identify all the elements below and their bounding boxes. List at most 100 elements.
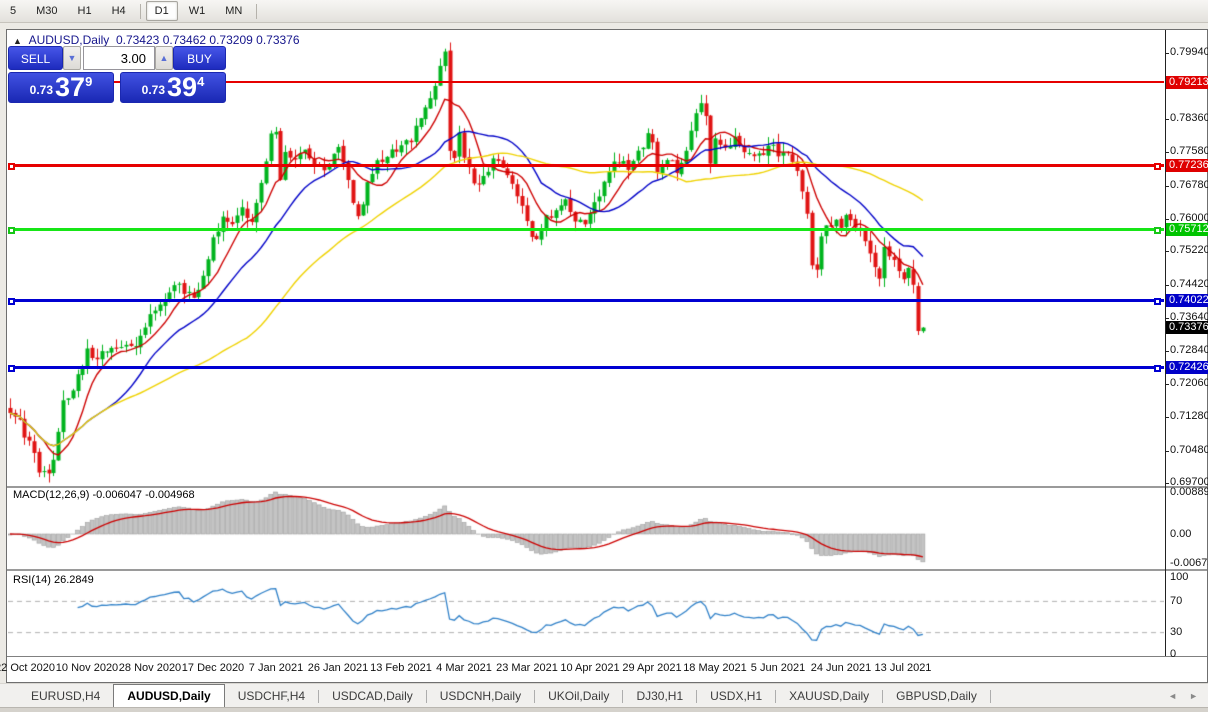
level-badge-0.75712: 0.75712 [1166, 223, 1208, 236]
hline-resistance-0.77236[interactable] [8, 164, 1164, 167]
hline-support-0.72426[interactable] [8, 366, 1164, 369]
price-tick: 0.70480 [1170, 444, 1208, 456]
tab-dj30-h1[interactable]: DJ30,H1 [623, 684, 696, 708]
line-handle[interactable] [1154, 163, 1161, 170]
chart-title: ▲ AUDUSD,Daily 0.73423 0.73462 0.73209 0… [13, 33, 300, 47]
collapse-triangle-icon[interactable]: ▲ [13, 36, 22, 46]
buy-button[interactable]: BUY [173, 46, 226, 70]
line-handle[interactable] [8, 227, 15, 234]
toolbar-separator [256, 4, 257, 19]
buy-price-pipette: 4 [197, 74, 204, 89]
window-bottom-strip [0, 707, 1208, 712]
price-axis-border [1165, 30, 1166, 656]
tab-separator [990, 690, 991, 703]
timeframe-d1[interactable]: D1 [146, 1, 178, 21]
tab-usdchf-h4[interactable]: USDCHF,H4 [225, 684, 318, 708]
tab-audusd-daily[interactable]: AUDUSD,Daily [113, 684, 224, 708]
timeframe-m30[interactable]: M30 [27, 1, 66, 21]
volume-decrease-button[interactable]: ▼ [63, 46, 81, 70]
sell-button[interactable]: SELL [8, 46, 63, 70]
tab-scroll-right-icon[interactable]: ► [1189, 691, 1198, 701]
current-price-badge: 0.73376 [1166, 321, 1208, 334]
sell-price-prefix: 0.73 [30, 83, 53, 97]
line-handle[interactable] [1154, 365, 1161, 372]
rsi-axis-30: 30 [1170, 626, 1208, 638]
line-handle[interactable] [8, 298, 15, 305]
timeframe-h4[interactable]: H4 [103, 1, 135, 21]
timeframe-toolbar: 5 M30 H1 H4 D1 W1 MN [0, 0, 1208, 23]
chart-symbol-label: AUDUSD,Daily [29, 33, 110, 47]
ohlc-close: 0.73376 [256, 33, 299, 47]
rsi-axis-70: 70 [1170, 595, 1208, 607]
hline-support-0.74022[interactable] [8, 299, 1164, 302]
sell-price-pipette: 9 [85, 74, 92, 89]
buy-price-box[interactable]: 0.73 39 4 [120, 72, 226, 103]
line-handle[interactable] [8, 163, 15, 170]
level-badge-0.72426: 0.72426 [1166, 361, 1208, 374]
chart-canvas[interactable] [8, 32, 1164, 656]
price-tick: 0.74420 [1170, 278, 1208, 290]
date-tick: 5 Jun 2021 [746, 662, 810, 674]
price-tick: 0.72060 [1170, 377, 1208, 389]
one-click-trading-panel: SELL ▼ ▲ BUY 0.73 37 9 0.73 39 4 [8, 46, 226, 103]
tab-ukoil-daily[interactable]: UKOil,Daily [535, 684, 622, 708]
level-badge-0.74022: 0.74022 [1166, 294, 1208, 307]
sell-price-box[interactable]: 0.73 37 9 [8, 72, 114, 103]
timeframe-m5[interactable]: 5 [1, 1, 25, 21]
buy-price-big: 39 [167, 75, 197, 100]
line-handle[interactable] [1154, 227, 1161, 234]
tab-usdx-h1[interactable]: USDX,H1 [697, 684, 775, 708]
level-badge-0.77236: 0.77236 [1166, 159, 1208, 172]
price-tick: 0.72840 [1170, 344, 1208, 356]
macd-indicator-label: MACD(12,26,9) -0.006047 -0.004968 [13, 489, 195, 501]
pane-separator-macd[interactable] [7, 486, 1207, 488]
rsi-axis-100: 100 [1170, 571, 1208, 583]
price-tick: 0.75220 [1170, 244, 1208, 256]
date-tick: 22 Oct 2020 [0, 662, 57, 674]
chart-tab-bar: EURUSD,H4 AUDUSD,Daily USDCHF,H4 USDCAD,… [0, 683, 1208, 708]
date-tick: 26 Jan 2021 [306, 662, 370, 674]
date-tick: 29 Apr 2021 [620, 662, 684, 674]
tab-usdcnh-daily[interactable]: USDCNH,Daily [427, 684, 534, 708]
price-tick: 0.78360 [1170, 112, 1208, 124]
tab-scroll-left-icon[interactable]: ◄ [1168, 691, 1177, 701]
date-tick: 13 Feb 2021 [369, 662, 433, 674]
tab-usdcad-daily[interactable]: USDCAD,Daily [319, 684, 426, 708]
date-tick: 24 Jun 2021 [809, 662, 873, 674]
date-tick: 13 Jul 2021 [871, 662, 935, 674]
date-tick: 7 Jan 2021 [244, 662, 308, 674]
date-tick: 10 Apr 2021 [558, 662, 622, 674]
hline-support-0.75712[interactable] [8, 228, 1164, 231]
price-tick: 0.71280 [1170, 410, 1208, 422]
macd-axis-min: -0.006758 [1170, 557, 1208, 569]
date-tick: 28 Nov 2020 [118, 662, 182, 674]
date-axis-separator [7, 656, 1207, 657]
ohlc-high: 0.73462 [163, 33, 206, 47]
rsi-indicator-label: RSI(14) 26.2849 [13, 574, 94, 586]
date-tick: 18 May 2021 [683, 662, 747, 674]
toolbar-separator [140, 4, 141, 19]
ohlc-open: 0.73423 [116, 33, 159, 47]
price-tick: 0.79940 [1170, 46, 1208, 58]
price-tick: 0.76780 [1170, 179, 1208, 191]
level-badge-0.79213: 0.79213 [1166, 76, 1208, 89]
tab-eurusd-h4[interactable]: EURUSD,H4 [18, 684, 113, 708]
timeframe-mn[interactable]: MN [216, 1, 251, 21]
line-handle[interactable] [1154, 298, 1161, 305]
volume-increase-button[interactable]: ▲ [155, 46, 173, 70]
tab-gbpusd-daily[interactable]: GBPUSD,Daily [883, 684, 990, 708]
ohlc-low: 0.73209 [209, 33, 252, 47]
timeframe-w1[interactable]: W1 [180, 1, 215, 21]
timeframe-h1[interactable]: H1 [69, 1, 101, 21]
tab-xauusd-daily[interactable]: XAUUSD,Daily [776, 684, 882, 708]
volume-input[interactable] [83, 46, 155, 70]
macd-axis-max: 0.008892 [1170, 486, 1208, 498]
pane-separator-rsi[interactable] [7, 569, 1207, 571]
buy-price-prefix: 0.73 [142, 83, 165, 97]
line-handle[interactable] [8, 365, 15, 372]
date-tick: 17 Dec 2020 [181, 662, 245, 674]
macd-axis-zero: 0.00 [1170, 528, 1208, 540]
sell-price-big: 37 [55, 75, 85, 100]
date-tick: 10 Nov 2020 [55, 662, 119, 674]
date-tick: 4 Mar 2021 [432, 662, 496, 674]
